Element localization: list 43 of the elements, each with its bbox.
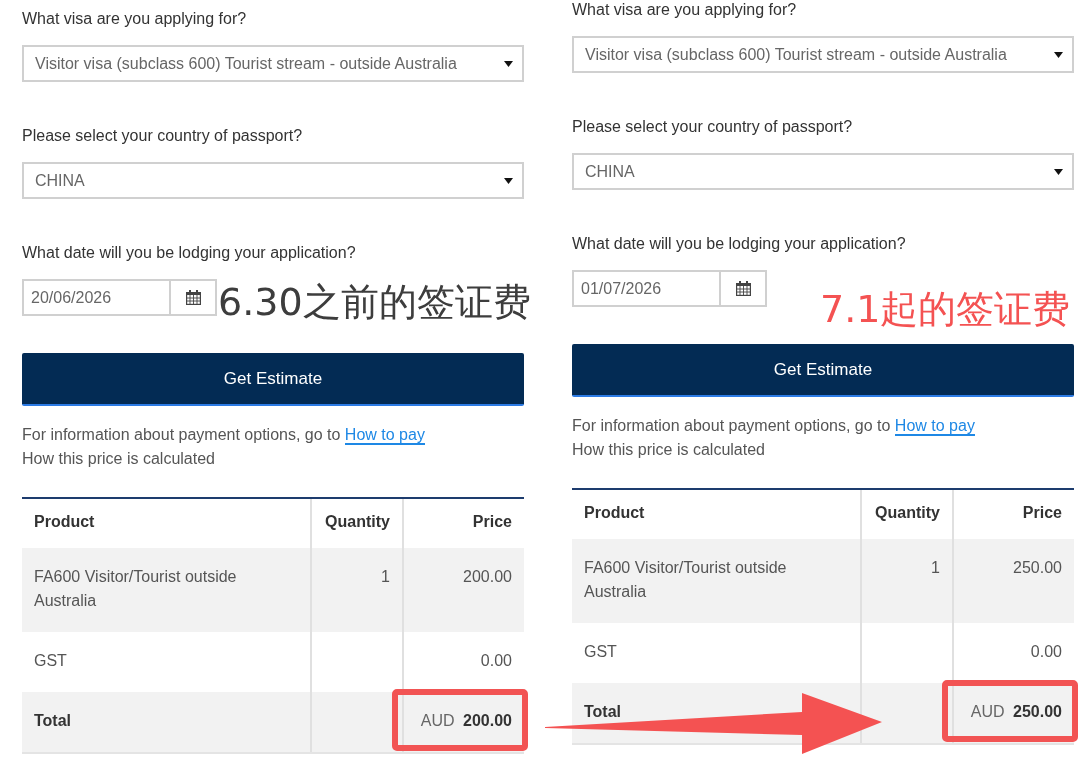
column-header: Product	[583, 503, 646, 523]
how-to-pay-link[interactable]: How to pay	[344, 426, 425, 445]
total-amount: 250.00	[1013, 703, 1062, 720]
table-cell: 1	[860, 539, 952, 623]
select-field[interactable]: CHINA	[22, 162, 524, 199]
annotation-text: 6.30之前的签证费	[218, 283, 531, 321]
table-cell: 250.00	[952, 539, 1074, 623]
caret-icon	[1054, 168, 1063, 175]
table-cell: FA600 Visitor/Tourist outside Australia	[572, 539, 860, 623]
payment-note: For information about payment options, go to How to pay	[572, 416, 976, 438]
field-label: What date will you be lodging your application?	[22, 243, 357, 263]
field-label: Please select your country of passport?	[572, 117, 854, 137]
table-cell: FA600 Visitor/Tourist outside Australia	[22, 548, 310, 632]
table-cell: Total	[22, 692, 310, 752]
get-estimate-button[interactable]: Get Estimate	[22, 353, 524, 406]
calendar-button[interactable]	[721, 270, 767, 307]
get-estimate-button[interactable]: Get Estimate	[572, 344, 1074, 397]
price-note: How this price is calculated	[572, 440, 766, 460]
total-amount: 200.00	[463, 712, 512, 729]
currency-label: AUD	[420, 712, 455, 729]
calendar-icon	[185, 290, 201, 305]
how-to-pay-link[interactable]: How to pay	[894, 417, 975, 436]
price-note: How this price is calculated	[22, 449, 216, 469]
caret-icon	[504, 177, 513, 184]
table-cell: 1	[310, 548, 402, 632]
payment-note: For information about payment options, go to How to pay	[22, 425, 426, 447]
date-field[interactable]: 20/06/2026	[22, 279, 171, 316]
field-label: What date will you be lodging your application?	[572, 234, 907, 254]
column-header: Product	[33, 512, 96, 532]
table-cell: 200.00	[402, 548, 524, 632]
currency-label: AUD	[970, 703, 1005, 720]
select-field[interactable]: CHINA	[572, 153, 1074, 190]
select-field[interactable]: Visitor visa (subclass 600) Tourist stream - outside Australia	[22, 45, 524, 82]
select-field[interactable]: Visitor visa (subclass 600) Tourist stream - outside Australia	[572, 36, 1074, 73]
caret-icon	[504, 60, 513, 67]
calendar-icon	[735, 281, 751, 296]
field-label: Please select your country of passport?	[22, 126, 304, 146]
caret-icon	[1054, 51, 1063, 58]
date-field[interactable]: 01/07/2026	[572, 270, 721, 307]
calendar-button[interactable]	[171, 279, 217, 316]
annotation-text: 7.1起的签证费	[820, 290, 1071, 328]
field-label: What visa are you applying for?	[22, 9, 248, 29]
field-label: What visa are you applying for?	[572, 0, 798, 20]
